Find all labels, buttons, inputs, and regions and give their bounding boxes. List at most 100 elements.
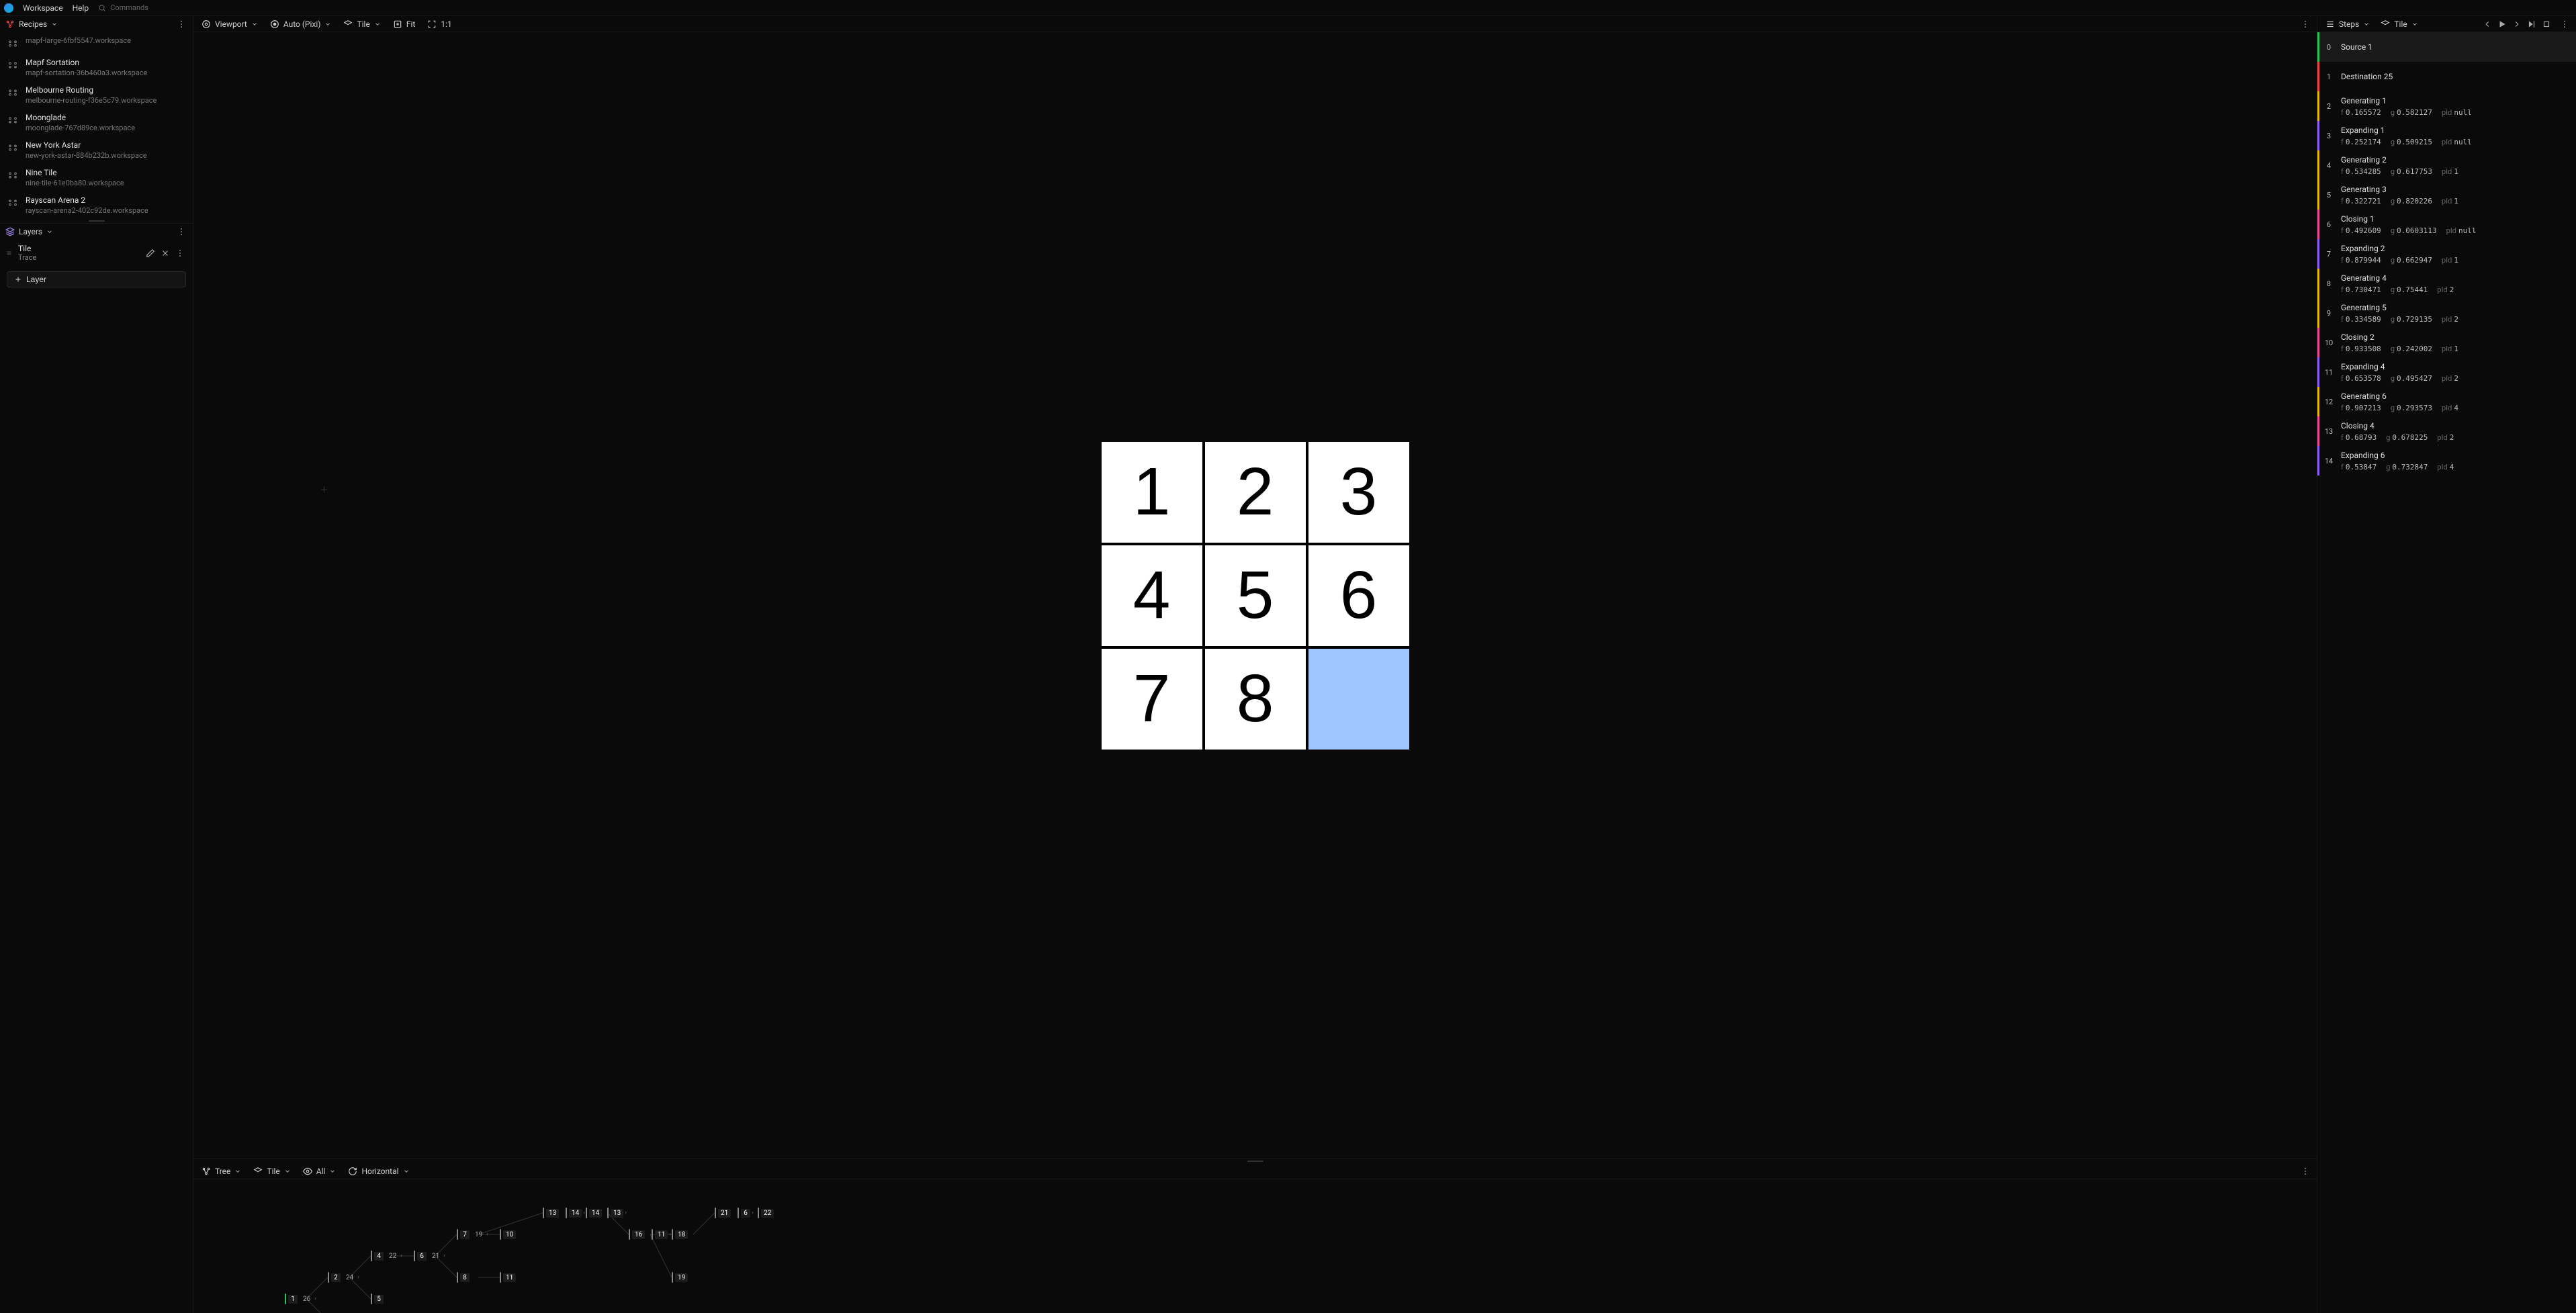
chevron-right-icon: › (669, 1231, 671, 1238)
step-index: 0 (2319, 32, 2338, 62)
scale-button[interactable]: 1:1 (425, 18, 454, 30)
skip-forward-icon (2527, 19, 2536, 29)
tree-node[interactable]: 14 › (566, 1208, 585, 1218)
layers-more-button[interactable] (175, 226, 187, 238)
layers-icon (5, 227, 15, 236)
add-layer-button[interactable]: Layer (7, 271, 186, 287)
step-item[interactable]: 1 Destination 25 (2317, 62, 2576, 91)
recipe-item[interactable]: Melbourne Routing melbourne-routing-f36e… (0, 81, 193, 109)
tree-node[interactable]: 13 (543, 1208, 559, 1218)
step-index: 10 (2319, 328, 2338, 357)
recipe-item[interactable]: New York Astar new-york-astar-884b232b.w… (0, 136, 193, 164)
layer-item[interactable]: ≡ Tile Trace (0, 240, 193, 266)
tree-node[interactable]: 11 › (652, 1229, 671, 1240)
tree-node[interactable]: 5 (371, 1294, 384, 1304)
tree-node[interactable]: 10 (500, 1229, 516, 1240)
stop-button[interactable] (2540, 18, 2553, 30)
tree-node[interactable]: 11 (500, 1272, 516, 1283)
tree-node[interactable]: 21 (715, 1208, 731, 1218)
viewport-dropdown[interactable]: Viewport (199, 18, 261, 30)
steps-more-button[interactable] (2559, 18, 2571, 30)
viewport-icon (202, 19, 211, 29)
plus-icon (14, 275, 22, 283)
mode-dropdown[interactable]: Tile (341, 18, 383, 30)
step-back-button[interactable] (2481, 18, 2494, 30)
tree-visibility-dropdown[interactable]: All (300, 1165, 339, 1177)
recipe-item[interactable]: Nine Tile nine-tile-61e0ba80.workspace (0, 164, 193, 191)
step-item[interactable]: 7 Expanding 2 f0.879944 g0.662947 pId1 (2317, 239, 2576, 269)
tree-node[interactable]: 2 24 › (328, 1272, 359, 1283)
puzzle-grid: 12345678 (1102, 442, 1409, 750)
step-index: 2 (2319, 91, 2338, 121)
step-index: 3 (2319, 121, 2338, 150)
recipe-item[interactable]: mapf-large-6fbf5547.workspace (0, 32, 193, 54)
step-item[interactable]: 6 Closing 1 f0.492609 g0.0603113 pIdnull (2317, 210, 2576, 239)
tree-node[interactable]: 7 19 › (457, 1229, 488, 1240)
step-item[interactable]: 12 Generating 6 f0.907213 g0.293573 pId4 (2317, 387, 2576, 416)
tree-node[interactable]: 4 22 › (371, 1251, 402, 1261)
tree-node-id: 5 (374, 1295, 384, 1304)
tree-node[interactable]: 6 21 › (414, 1251, 445, 1261)
layer-more-button[interactable] (174, 247, 186, 259)
steps-dropdown[interactable]: Steps (2323, 18, 2372, 30)
chevron-down-icon[interactable] (51, 21, 58, 28)
recipe-icon (7, 114, 19, 126)
tree-node[interactable]: 1 26 › (285, 1294, 316, 1304)
delete-layer-button[interactable] (159, 247, 171, 259)
layers-title[interactable]: Layers (19, 227, 42, 236)
play-button[interactable] (2495, 18, 2509, 30)
menu-help[interactable]: Help (73, 3, 89, 13)
tree-canvas[interactable]: 1 26 › 2 24 › 5 4 22 › 6 21 › 3 7 19 › 1… (193, 1179, 2317, 1313)
tree-node[interactable]: 6 › (738, 1208, 754, 1218)
tree-more-button[interactable] (2299, 1165, 2311, 1177)
recipes-title[interactable]: Recipes (19, 19, 47, 29)
step-item[interactable]: 10 Closing 2 f0.933508 g0.242002 pId1 (2317, 328, 2576, 357)
tree-node[interactable]: 8 (457, 1272, 470, 1283)
chevron-down-icon[interactable] (46, 228, 53, 235)
tree-orientation-dropdown[interactable]: Horizontal (345, 1165, 412, 1177)
chevron-right-icon: › (400, 1253, 402, 1259)
step-forward-button[interactable] (2510, 18, 2524, 30)
recipe-item[interactable]: Mapf Sortation mapf-sortation-36b460a3.w… (0, 54, 193, 81)
step-index: 4 (2319, 150, 2338, 180)
recipe-item[interactable]: Moonglade moonglade-767d89ce.workspace (0, 109, 193, 136)
step-item[interactable]: 14 Expanding 6 f0.53847 g0.732847 pId4 (2317, 446, 2576, 476)
step-item[interactable]: 13 Closing 4 f0.68793 g0.678225 pId2 (2317, 416, 2576, 446)
renderer-dropdown[interactable]: Auto (Pixi) (267, 18, 335, 30)
step-item[interactable]: 3 Expanding 1 f0.252174 g0.509215 pIdnul… (2317, 121, 2576, 150)
step-title: Generating 3 (2341, 185, 2573, 194)
step-item[interactable]: 4 Generating 2 f0.534285 g0.617753 pId1 (2317, 150, 2576, 180)
viewport-more-button[interactable] (2299, 18, 2311, 30)
steps-mode-dropdown[interactable]: Tile (2378, 18, 2420, 30)
edit-layer-button[interactable] (144, 247, 157, 259)
recipe-item[interactable]: Rayscan Arena 2 rayscan-arena2-402c92de.… (0, 191, 193, 219)
tree-node[interactable]: 16 (629, 1229, 645, 1240)
step-item[interactable]: 5 Generating 3 f0.322721 g0.820226 pId1 (2317, 180, 2576, 210)
drag-handle-icon[interactable]: ≡ (7, 248, 11, 258)
fit-button[interactable]: Fit (390, 18, 418, 30)
close-icon (161, 248, 170, 258)
tree-node[interactable]: 19 (672, 1272, 688, 1283)
step-item[interactable]: 2 Generating 1 f0.165572 g0.582127 pIdnu… (2317, 91, 2576, 121)
command-search[interactable]: Commands (98, 3, 148, 12)
app-logo[interactable] (4, 3, 13, 13)
tree-node[interactable]: 22 (758, 1208, 774, 1218)
recipes-more-button[interactable] (175, 18, 187, 30)
menu-workspace[interactable]: Workspace (23, 3, 63, 13)
tree-view-dropdown[interactable]: Tree (199, 1165, 244, 1177)
step-meta: f0.653578 g0.495427 pId2 (2341, 374, 2573, 383)
tree-node[interactable]: 18 (672, 1229, 688, 1240)
tree-node[interactable]: 14 (586, 1208, 602, 1218)
tree-node[interactable]: 13 › (607, 1208, 627, 1218)
step-title: Generating 1 (2341, 96, 2573, 105)
step-item[interactable]: 8 Generating 4 f0.730471 g0.75441 pId2 (2317, 269, 2576, 298)
skip-to-end-button[interactable] (2525, 18, 2538, 30)
chevron-right-icon: › (314, 1296, 316, 1302)
tree-mode-dropdown[interactable]: Tile (251, 1165, 293, 1177)
recipe-name: Mapf Sortation (26, 58, 147, 67)
viewport-canvas[interactable]: + 12345678 (193, 32, 2317, 1159)
recipe-file: mapf-large-6fbf5547.workspace (26, 36, 131, 45)
step-item[interactable]: 0 Source 1 (2317, 32, 2576, 62)
step-item[interactable]: 11 Expanding 4 f0.653578 g0.495427 pId2 (2317, 357, 2576, 387)
step-item[interactable]: 9 Generating 5 f0.334589 g0.729135 pId2 (2317, 298, 2576, 328)
